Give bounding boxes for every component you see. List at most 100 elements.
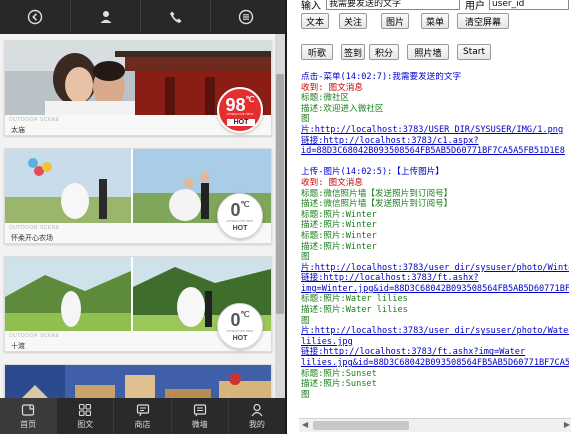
back-icon <box>27 9 43 24</box>
log-line: 点击-菜单(14:02:7):我需要发送的文字 <box>301 72 462 82</box>
home-icon <box>21 403 35 416</box>
log-line: 收到: 图文消息 <box>301 177 363 188</box>
start-button[interactable]: Start <box>457 44 491 60</box>
place-name: 十渡 <box>11 343 25 350</box>
nav-shop[interactable]: 商店 <box>113 398 170 434</box>
log-line[interactable]: 片:http://localhost:3783/user_dir/sysuser… <box>301 263 569 274</box>
nav-label: 首页 <box>20 419 37 429</box>
log-line[interactable]: 片:http://localhost:3783/user_dir/sysuser… <box>301 326 569 337</box>
place-name: 太庙 <box>11 127 25 134</box>
debug-panel: 输入 我需要发送的文字 用户 user_id 文本 关注 图片 菜单 清空屏幕 … <box>285 0 571 434</box>
log-line: 标题:照片:Winter <box>301 209 377 220</box>
follow-button[interactable]: 关注 <box>339 13 367 29</box>
profile-icon <box>251 403 263 416</box>
input-label: 输入 <box>301 1 321 12</box>
log-line: 描述:照片:Water lilies <box>301 305 408 316</box>
phone-icon <box>169 11 181 23</box>
phone-preview: OUTDOOR SCENE 太庙 98℃ ATTRACTIVE HEAT HOT <box>0 0 285 434</box>
image-button[interactable]: 图片 <box>381 13 409 29</box>
log-line: 图 <box>301 114 310 125</box>
heat-badge: 98℃ ATTRACTIVE HEAT HOT <box>217 87 263 133</box>
nav-label: 图文 <box>77 419 94 429</box>
user-button[interactable] <box>70 0 140 33</box>
text-button[interactable]: 文本 <box>301 13 329 29</box>
scene-label: OUTDOOR SCENE <box>9 333 60 339</box>
log-line: 标题:照片:Sunset <box>301 368 377 379</box>
nav-profile[interactable]: 我的 <box>227 398 285 434</box>
log-line: 描述:照片:Winter <box>301 220 377 231</box>
log-line: 图 <box>301 315 310 326</box>
menu-event-button[interactable]: 菜单 <box>421 13 449 29</box>
scroll-left-icon[interactable]: ◀ <box>302 420 308 429</box>
shop-icon <box>136 403 149 416</box>
phone-top-bar <box>0 0 285 34</box>
wall-icon <box>193 403 206 416</box>
log-line: 描述:微信照片墙【发送照片到订阅号】 <box>301 199 453 210</box>
nav-label: 我的 <box>248 419 265 429</box>
back-button[interactable] <box>0 0 70 33</box>
message-input[interactable]: 我需要发送的文字 <box>326 0 460 10</box>
nav-gallery[interactable]: 图文 <box>56 398 113 434</box>
heat-badge: 0℃ ATTRACTIVE HEAT HOT <box>217 193 263 239</box>
log-line: 标题:微信照片墙【发送照片到订阅号】 <box>301 188 453 199</box>
nav-home[interactable]: 首页 <box>0 398 57 434</box>
log-line[interactable]: lilies.jpg <box>301 337 569 348</box>
log-line[interactable]: 链接:http://localhost:3783/ft.ashx? <box>301 273 569 284</box>
phone-scrollbar[interactable] <box>275 34 285 398</box>
grid-icon <box>79 403 92 416</box>
attraction-card[interactable]: OUTDOOR SCENE 十渡 0℃ ATTRACTIVE HEAT HOT <box>4 256 272 352</box>
points-button[interactable]: 积分 <box>369 44 399 60</box>
temperature-value: 0 <box>230 310 241 330</box>
scene-label: OUTDOOR SCENE <box>9 225 60 231</box>
nav-label: 商店 <box>134 419 151 429</box>
user-id-input[interactable]: user_id <box>489 0 569 10</box>
log-scrollbar-thumb[interactable] <box>313 421 409 430</box>
log-line: 标题:微社区 <box>301 93 350 104</box>
log-line: 描述:欢迎进入微社区 <box>301 103 384 114</box>
log-line[interactable]: 链接:http://localhost:3783/c1.aspx? <box>301 136 569 147</box>
log-line: 图 <box>301 252 310 263</box>
bottom-nav: 首页 图文 商店 微墙 我的 <box>0 398 285 434</box>
attraction-card[interactable] <box>4 364 272 398</box>
listen-music-button[interactable]: 听歌 <box>301 44 333 60</box>
temperature-unit: ℃ <box>240 200 250 209</box>
log-line[interactable]: lilies.jpg&id=88D3C68042B093508564FB5AB5… <box>301 358 569 369</box>
nav-label: 微墙 <box>191 419 208 429</box>
hot-tag: HOT <box>232 225 248 232</box>
log-line: 上传-图片(14:02:5):【上传图片】 <box>301 167 444 178</box>
temperature-unit: ℃ <box>245 95 255 104</box>
attraction-card[interactable]: OUTDOOR SCENE 怀柔开心农场 0℃ ATTRACTIVE HEAT … <box>4 148 272 244</box>
user-icon <box>100 10 111 23</box>
clear-screen-button[interactable]: 清空屏幕 <box>457 13 509 29</box>
log-line: 描述:照片:Sunset <box>301 379 377 390</box>
log-line[interactable]: img=Winter.jpg&id=88D3C68042B093508564FB… <box>301 284 569 295</box>
log-line: 标题:照片:Water lilies <box>301 294 408 305</box>
menu-button[interactable] <box>210 0 280 33</box>
temperature-value: 0 <box>230 200 241 220</box>
log-line: 标题:照片:Winter <box>301 230 377 241</box>
heat-badge: 0℃ ATTRACTIVE HEAT HOT <box>217 303 263 349</box>
temperature-unit: ℃ <box>240 310 250 319</box>
check-in-button[interactable]: 签到 <box>341 44 365 60</box>
hot-tag: HOT <box>227 119 255 126</box>
photo-wall-button[interactable]: 照片墙 <box>407 44 449 60</box>
phone-scrollbar-thumb[interactable] <box>276 74 284 314</box>
scene-label: OUTDOOR SCENE <box>9 117 60 123</box>
attraction-card[interactable]: OUTDOOR SCENE 太庙 98℃ ATTRACTIVE HEAT HOT <box>4 40 272 136</box>
scroll-right-icon[interactable]: ▶ <box>564 420 570 429</box>
menu-icon <box>238 9 253 24</box>
log-line: 图 <box>301 389 310 400</box>
log-line[interactable]: 片:http://localhost:3783/USER_DIR/SYSUSER… <box>301 125 569 136</box>
nav-wall[interactable]: 微墙 <box>170 398 228 434</box>
message-log[interactable]: 点击-菜单(14:02:7):我需要发送的文字 收到: 图文消息 标题:微社区 描述:… <box>301 72 569 402</box>
attraction-list: OUTDOOR SCENE 太庙 98℃ ATTRACTIVE HEAT HOT <box>0 34 285 398</box>
heat-subtitle: ATTRACTIVE HEAT <box>226 329 254 333</box>
heat-subtitle: ATTRACTIVE HEAT <box>226 219 254 223</box>
place-name: 怀柔开心农场 <box>11 235 53 242</box>
call-button[interactable] <box>140 0 210 33</box>
log-line[interactable]: id=88D3C68042B093508564FB5AB5D60771BF7CA… <box>301 146 569 157</box>
log-line: 描述:照片:Winter <box>301 241 377 252</box>
log-horizontal-scrollbar[interactable]: ◀ ▶ <box>299 418 571 432</box>
log-line[interactable]: 链接:http://localhost:3783/ft.ashx?img=Wat… <box>301 347 569 358</box>
